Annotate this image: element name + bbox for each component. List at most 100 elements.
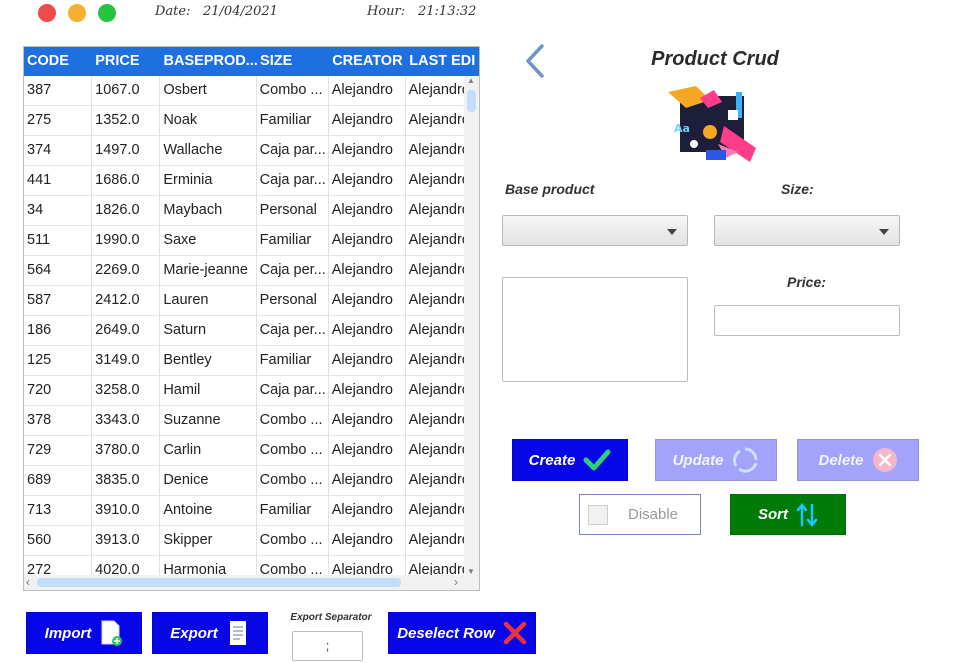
cell-creator: Alejandro: [329, 496, 406, 525]
import-button[interactable]: Import: [26, 612, 142, 654]
cell-size: Combo ...: [257, 436, 329, 465]
delete-button-label: Delete: [818, 451, 864, 469]
table-row[interactable]: 564 2269.0 Marie-jeanne Caja per... Alejandr…: [24, 256, 464, 286]
sort-button-label: Sort: [758, 506, 788, 523]
table-row[interactable]: 125 3149.0 Bentley Familiar Alejandro Alejand…: [24, 346, 464, 376]
minimize-window-button[interactable]: [68, 4, 86, 22]
cell-code: 186: [24, 316, 93, 345]
cell-price: 2269.0: [92, 256, 161, 285]
cell-code: 441: [24, 166, 93, 195]
table-row[interactable]: 378 3343.0 Suzanne Combo ... Alejandro Alejan…: [24, 406, 464, 436]
cell-creator: Alejandro: [329, 196, 406, 225]
size-label: Size:: [781, 181, 814, 197]
table-row[interactable]: 441 1686.0 Erminia Caja par... Alejandro Alej…: [24, 166, 464, 196]
cell-creator: Alejandro: [329, 286, 406, 315]
cell-creator: Alejandro: [329, 136, 406, 165]
cell-creator: Alejandro: [329, 106, 406, 135]
base-product-select[interactable]: [502, 215, 688, 246]
table-row[interactable]: 374 1497.0 Wallache Caja par... Alejandro Ale…: [24, 136, 464, 166]
cell-code: 34: [24, 196, 93, 225]
date-value: 21/04/2021: [203, 4, 278, 19]
cell-baseproduct: Suzanne: [160, 406, 257, 435]
red-x-icon: [503, 621, 527, 645]
cell-code: 560: [24, 526, 93, 555]
price-input[interactable]: [714, 305, 900, 336]
disable-toggle[interactable]: Disable: [579, 494, 701, 535]
table-row[interactable]: 387 1067.0 Osbert Combo ... Alejandro Alejand…: [24, 76, 464, 106]
vertical-scroll-thumb[interactable]: [467, 90, 476, 112]
description-textarea[interactable]: [502, 277, 688, 382]
table-row[interactable]: 587 2412.0 Lauren Personal Alejandro Alejandr…: [24, 286, 464, 316]
create-button[interactable]: Create: [512, 439, 628, 481]
cell-code: 587: [24, 286, 93, 315]
hour-value: 21:13:32: [418, 4, 477, 19]
cell-last-editor: Alejandro: [408, 412, 465, 428]
cell-creator: Alejandro: [329, 406, 406, 435]
cell-baseproduct: Bentley: [160, 346, 257, 375]
export-button-label: Export: [170, 624, 218, 642]
hour-label: Hour:: [367, 4, 406, 19]
column-header-baseproduct[interactable]: BASEPROD...: [161, 47, 258, 76]
cell-size: Familiar: [257, 106, 329, 135]
cell-price: 3910.0: [92, 496, 161, 525]
disable-checkbox[interactable]: [588, 504, 608, 525]
scroll-up-icon[interactable]: ▲: [467, 76, 475, 85]
column-header-price[interactable]: PRICE: [92, 47, 160, 76]
cell-creator: Alejandro: [329, 76, 406, 105]
cell-last-editor: Alejandro: [408, 292, 465, 308]
column-header-last-editor[interactable]: LAST EDI: [406, 47, 479, 76]
cell-code: 713: [24, 496, 93, 525]
update-button-label: Update: [672, 451, 724, 469]
table-row[interactable]: 560 3913.0 Skipper Combo ... Alejandro Alejan…: [24, 526, 464, 556]
delete-button[interactable]: Delete: [797, 439, 919, 481]
table-row[interactable]: 713 3910.0 Antoine Familiar Alejandro Alejand…: [24, 496, 464, 526]
back-arrow-icon[interactable]: [520, 42, 550, 80]
table-row[interactable]: 689 3835.0 Denice Combo ... Alejandro Alejand…: [24, 466, 464, 496]
cell-baseproduct: Noak: [160, 106, 257, 135]
svg-text:Aa: Aa: [674, 122, 690, 135]
cell-last-editor: Alejandro: [408, 112, 465, 128]
size-select[interactable]: [714, 215, 900, 246]
table-row[interactable]: 275 1352.0 Noak Familiar Alejandro Alejandro: [24, 106, 464, 136]
column-header-creator[interactable]: CREATOR: [329, 47, 406, 76]
column-header-code[interactable]: CODE: [24, 47, 92, 76]
table-row[interactable]: 34 1826.0 Maybach Personal Alejandro Alejandr…: [24, 196, 464, 226]
sort-button[interactable]: Sort: [730, 494, 846, 535]
cell-baseproduct: Maybach: [160, 196, 257, 225]
cell-price: 3835.0: [92, 466, 161, 495]
column-header-size[interactable]: SIZE: [257, 47, 329, 76]
table-row[interactable]: 186 2649.0 Saturn Caja per... Alejandro Aleja…: [24, 316, 464, 346]
vertical-scrollbar[interactable]: ▲ ▼: [464, 76, 479, 576]
horizontal-scroll-thumb[interactable]: [37, 578, 401, 587]
checkmark-icon: [583, 449, 611, 471]
update-button[interactable]: Update: [655, 439, 777, 481]
cell-last-editor: Alejandro: [408, 82, 465, 98]
cell-size: Combo ...: [257, 526, 329, 555]
date-label: Date:: [155, 4, 191, 19]
horizontal-scrollbar[interactable]: ‹ ›: [24, 575, 479, 590]
table-row[interactable]: 720 3258.0 Hamil Caja par... Alejandro Alejan…: [24, 376, 464, 406]
close-window-button[interactable]: [38, 4, 56, 22]
cell-creator: Alejandro: [329, 466, 406, 495]
maximize-window-button[interactable]: [98, 4, 116, 22]
export-document-icon: [229, 621, 246, 645]
cell-last-editor: Alejandro: [408, 232, 465, 248]
scroll-right-icon[interactable]: ›: [454, 575, 458, 590]
cell-last-editor: Alejandro: [408, 142, 465, 158]
table-row[interactable]: 729 3780.0 Carlin Combo ... Alejandro Alejand…: [24, 436, 464, 466]
product-table[interactable]: CODE PRICE BASEPROD... SIZE CREATOR LAST…: [23, 46, 480, 591]
cell-creator: Alejandro: [329, 316, 406, 345]
scroll-left-icon[interactable]: ‹: [26, 575, 30, 590]
cell-creator: Alejandro: [329, 526, 406, 555]
deselect-row-button[interactable]: Deselect Row: [388, 612, 536, 654]
cell-last-editor: Alejandro: [408, 202, 465, 218]
cell-size: Caja per...: [257, 256, 329, 285]
table-row[interactable]: 511 1990.0 Saxe Familiar Alejandro Alejandro: [24, 226, 464, 256]
price-label: Price:: [787, 274, 826, 290]
export-button[interactable]: Export: [152, 612, 268, 654]
cell-price: 1826.0: [92, 196, 161, 225]
refresh-icon: [733, 447, 758, 473]
cell-last-editor: Alejandro: [408, 262, 465, 278]
cell-creator: Alejandro: [329, 436, 406, 465]
export-separator-input[interactable]: ;: [292, 631, 363, 661]
